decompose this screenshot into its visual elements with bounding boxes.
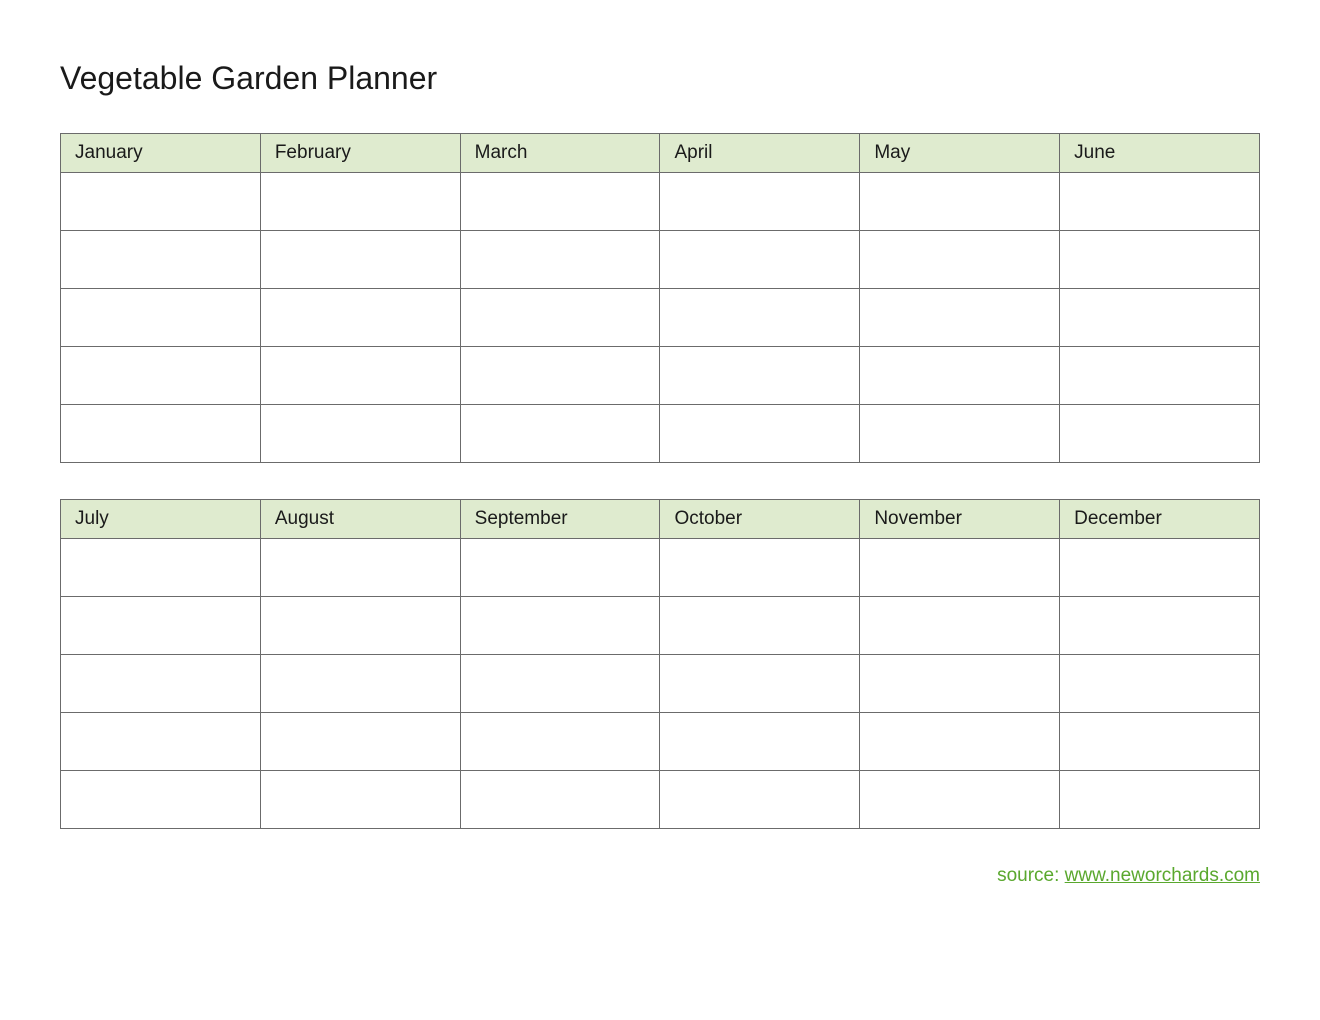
planner-table-second-half: July August September October November D… (60, 499, 1260, 829)
table-header-row: January February March April May June (61, 134, 1260, 173)
planner-cell[interactable] (660, 597, 860, 655)
table-row (61, 231, 1260, 289)
planner-cell[interactable] (61, 713, 261, 771)
planner-cell[interactable] (260, 655, 460, 713)
table-header-row: July August September October November D… (61, 500, 1260, 539)
month-header-april: April (660, 134, 860, 173)
planner-cell[interactable] (260, 713, 460, 771)
table-row (61, 597, 1260, 655)
planner-cell[interactable] (660, 405, 860, 463)
planner-cell[interactable] (1060, 347, 1260, 405)
planner-cell[interactable] (660, 713, 860, 771)
planner-cell[interactable] (860, 347, 1060, 405)
planner-cell[interactable] (860, 173, 1060, 231)
table-row (61, 713, 1260, 771)
planner-table-first-half: January February March April May June (60, 133, 1260, 463)
planner-cell[interactable] (61, 289, 261, 347)
planner-cell[interactable] (1060, 289, 1260, 347)
planner-cell[interactable] (660, 771, 860, 829)
month-header-june: June (1060, 134, 1260, 173)
month-header-november: November (860, 500, 1060, 539)
table-row (61, 173, 1260, 231)
page-title: Vegetable Garden Planner (60, 60, 1260, 97)
planner-cell[interactable] (660, 173, 860, 231)
planner-cell[interactable] (1060, 405, 1260, 463)
planner-cell[interactable] (260, 173, 460, 231)
planner-cell[interactable] (860, 289, 1060, 347)
planner-cell[interactable] (860, 539, 1060, 597)
month-header-march: March (460, 134, 660, 173)
footer-label: source: (997, 865, 1065, 886)
planner-cell[interactable] (1060, 231, 1260, 289)
planner-cell[interactable] (260, 539, 460, 597)
planner-cell[interactable] (1060, 771, 1260, 829)
planner-cell[interactable] (660, 231, 860, 289)
footer-link[interactable]: www.neworchards.com (1065, 865, 1260, 886)
month-header-september: September (460, 500, 660, 539)
planner-cell[interactable] (660, 289, 860, 347)
planner-cell[interactable] (460, 713, 660, 771)
planner-cell[interactable] (860, 655, 1060, 713)
footer: source: www.neworchards.com (60, 865, 1260, 887)
month-header-october: October (660, 500, 860, 539)
month-header-january: January (61, 134, 261, 173)
planner-cell[interactable] (61, 231, 261, 289)
planner-cell[interactable] (61, 771, 261, 829)
planner-cell[interactable] (1060, 539, 1260, 597)
planner-cell[interactable] (460, 539, 660, 597)
planner-cell[interactable] (1060, 173, 1260, 231)
planner-cell[interactable] (660, 655, 860, 713)
table-row (61, 289, 1260, 347)
planner-cell[interactable] (260, 771, 460, 829)
planner-cell[interactable] (860, 405, 1060, 463)
planner-cell[interactable] (260, 289, 460, 347)
planner-cell[interactable] (260, 405, 460, 463)
planner-cell[interactable] (260, 231, 460, 289)
planner-cell[interactable] (460, 655, 660, 713)
planner-cell[interactable] (460, 597, 660, 655)
planner-cell[interactable] (260, 597, 460, 655)
month-header-december: December (1060, 500, 1260, 539)
month-header-february: February (260, 134, 460, 173)
planner-cell[interactable] (460, 289, 660, 347)
planner-cell[interactable] (860, 597, 1060, 655)
table-row (61, 539, 1260, 597)
planner-cell[interactable] (460, 173, 660, 231)
planner-cell[interactable] (61, 539, 261, 597)
planner-cell[interactable] (660, 347, 860, 405)
planner-cell[interactable] (260, 347, 460, 405)
planner-cell[interactable] (460, 771, 660, 829)
planner-cell[interactable] (61, 597, 261, 655)
planner-cell[interactable] (860, 713, 1060, 771)
planner-cell[interactable] (460, 347, 660, 405)
planner-cell[interactable] (1060, 713, 1260, 771)
planner-cell[interactable] (660, 539, 860, 597)
table-row (61, 405, 1260, 463)
planner-cell[interactable] (61, 347, 261, 405)
month-header-may: May (860, 134, 1060, 173)
planner-cell[interactable] (61, 405, 261, 463)
table-row (61, 655, 1260, 713)
planner-cell[interactable] (860, 771, 1060, 829)
planner-cell[interactable] (1060, 597, 1260, 655)
planner-cell[interactable] (860, 231, 1060, 289)
month-header-july: July (61, 500, 261, 539)
planner-cell[interactable] (460, 231, 660, 289)
planner-cell[interactable] (61, 655, 261, 713)
planner-cell[interactable] (460, 405, 660, 463)
planner-cell[interactable] (61, 173, 261, 231)
table-row (61, 347, 1260, 405)
table-row (61, 771, 1260, 829)
planner-cell[interactable] (1060, 655, 1260, 713)
month-header-august: August (260, 500, 460, 539)
